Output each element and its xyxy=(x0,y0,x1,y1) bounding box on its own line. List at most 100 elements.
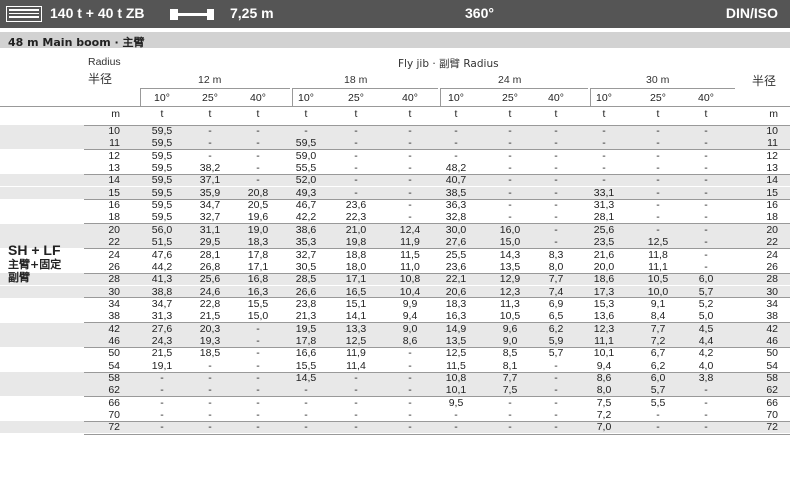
load-value: - xyxy=(304,409,308,422)
radius-value-right: 11 xyxy=(767,137,778,150)
load-value: 9,1 xyxy=(650,297,666,310)
load-value: 23,6 xyxy=(345,199,367,212)
load-value: - xyxy=(508,174,512,187)
load-value: 11,5 xyxy=(446,359,466,372)
unit-cell: t xyxy=(508,108,512,120)
load-value: 9,4 xyxy=(596,359,612,372)
load-value: - xyxy=(160,384,164,397)
load-value: 10,4 xyxy=(399,285,421,298)
load-value: 38,2 xyxy=(199,162,221,175)
load-value: - xyxy=(704,162,708,175)
load-value: 23,5 xyxy=(593,236,615,249)
load-value: - xyxy=(408,199,412,212)
load-value: - xyxy=(354,421,358,434)
load-value: 22,1 xyxy=(445,273,467,286)
load-value: 4,4 xyxy=(698,334,714,347)
load-value: - xyxy=(354,384,358,397)
radius-value: 66 xyxy=(108,396,120,409)
load-value: 8,1 xyxy=(502,359,518,372)
load-value: 12,3 xyxy=(499,285,521,298)
radius-value: 70 xyxy=(108,409,120,422)
table-bottom xyxy=(84,433,790,435)
load-value: 21,5 xyxy=(151,347,173,360)
load-value: 14,3 xyxy=(499,248,521,261)
load-value: - xyxy=(508,421,512,434)
load-value: - xyxy=(704,149,708,162)
radius-value: 11 xyxy=(109,137,120,150)
load-value: 59,5 xyxy=(151,137,173,150)
load-value: - xyxy=(704,396,708,409)
load-value: 16,8 xyxy=(247,273,269,286)
radius-value: 24 xyxy=(108,248,120,261)
angle-header: 40° xyxy=(402,92,418,104)
load-value: 55,5 xyxy=(295,162,317,175)
load-value: 18,8 xyxy=(345,248,367,261)
unit-cell: t xyxy=(354,108,358,120)
load-value: 13,3 xyxy=(345,322,367,335)
load-value: 16,3 xyxy=(445,310,467,323)
load-value: 32,8 xyxy=(445,211,467,224)
load-value: 36,3 xyxy=(445,199,467,212)
load-value: 5,7 xyxy=(698,285,714,298)
load-value: 38,5 xyxy=(445,186,467,199)
load-value: - xyxy=(160,409,164,422)
radius-value: 42 xyxy=(108,322,120,335)
load-value: 59,0 xyxy=(295,149,317,162)
load-value: 6,2 xyxy=(548,322,564,335)
load-value: - xyxy=(256,137,260,150)
load-value: 34,7 xyxy=(199,199,221,212)
load-value: 21,5 xyxy=(199,310,221,323)
load-value: 8,0 xyxy=(548,260,564,273)
load-value: 21,6 xyxy=(593,248,615,261)
load-value: - xyxy=(704,211,708,224)
load-value: 28,5 xyxy=(295,273,317,286)
angle-header: 40° xyxy=(548,92,564,104)
load-value: - xyxy=(554,137,558,150)
load-value: - xyxy=(408,149,412,162)
load-value: 44,2 xyxy=(151,260,173,273)
radius-value: 15 xyxy=(108,186,120,199)
configuration-cn-line1: 主臂+固定 xyxy=(8,258,62,271)
load-value: - xyxy=(554,211,558,224)
load-value: 4,0 xyxy=(698,359,714,372)
load-value: 25,5 xyxy=(445,248,467,261)
load-value: - xyxy=(554,174,558,187)
radius-value: 16 xyxy=(108,199,120,212)
group-separator xyxy=(440,88,441,106)
load-value: - xyxy=(656,199,660,212)
radius-value: 14 xyxy=(108,174,120,187)
load-value: 8,6 xyxy=(596,372,612,384)
load-value: 59,5 xyxy=(151,199,173,212)
radius-value-right: 14 xyxy=(766,174,778,187)
load-value: - xyxy=(454,409,458,422)
load-value: 32,7 xyxy=(199,211,221,224)
load-value: 8,4 xyxy=(650,310,666,323)
load-value: 11,9 xyxy=(346,347,366,360)
load-value: 10,8 xyxy=(399,273,421,286)
load-value: - xyxy=(508,162,512,175)
radius-value-right: 50 xyxy=(766,347,778,360)
load-value: - xyxy=(208,137,212,150)
load-value: 12,4 xyxy=(399,223,421,236)
load-value: - xyxy=(408,421,412,434)
load-value: - xyxy=(354,396,358,409)
load-value: - xyxy=(354,186,358,199)
load-value: 8,3 xyxy=(548,248,564,261)
load-value: 51,5 xyxy=(151,236,173,249)
load-value: - xyxy=(354,174,358,187)
load-value: 19,6 xyxy=(247,211,269,224)
radius-value-right: 46 xyxy=(766,334,778,347)
load-value: - xyxy=(554,359,558,372)
ballast-radius-value: 7,25 m xyxy=(230,5,274,21)
load-value: - xyxy=(208,396,212,409)
load-value: 59,5 xyxy=(151,211,173,224)
header-divider xyxy=(0,106,790,107)
load-value: - xyxy=(354,137,358,150)
load-value: - xyxy=(408,162,412,175)
load-value: 16,0 xyxy=(499,223,521,236)
radius-value: 12 xyxy=(108,149,120,162)
load-value: 6,9 xyxy=(548,297,564,310)
load-value: - xyxy=(354,372,358,384)
angle-header: 10° xyxy=(448,92,464,104)
load-value: - xyxy=(304,421,308,434)
